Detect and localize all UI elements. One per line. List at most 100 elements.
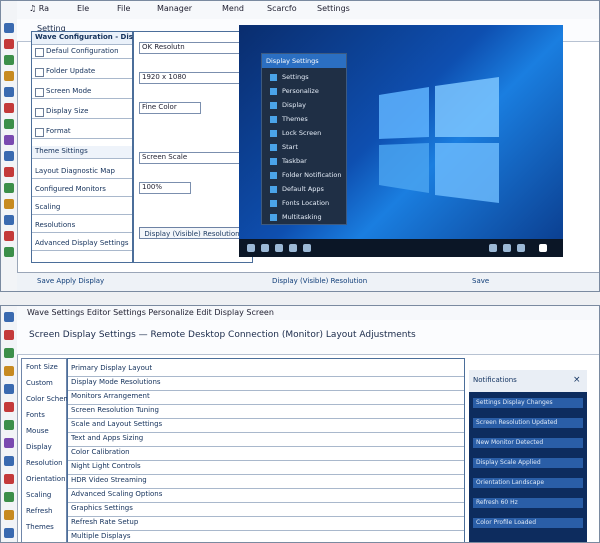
checkbox[interactable] xyxy=(35,68,44,77)
list-item[interactable]: Orientation xyxy=(26,475,66,483)
table-row[interactable]: Multiple Displays xyxy=(68,531,464,542)
form-row[interactable]: Screen Mode xyxy=(32,86,132,99)
table-row[interactable]: Display Mode Resolutions xyxy=(68,377,464,391)
gear-icon[interactable] xyxy=(4,119,14,129)
menu-item[interactable]: Default Apps xyxy=(282,185,324,193)
form-row[interactable]: Resolutions xyxy=(32,220,132,233)
scale-field[interactable]: Screen Scale xyxy=(139,152,247,164)
menu-item[interactable]: Folder Notification xyxy=(282,171,341,179)
notification-tile[interactable]: Orientation Landscape xyxy=(473,478,583,488)
checkbox[interactable] xyxy=(35,88,44,97)
notification-tile[interactable]: Screen Resolution Updated xyxy=(473,418,583,428)
check-icon[interactable] xyxy=(4,492,14,502)
folder-icon[interactable] xyxy=(4,87,14,97)
table-row[interactable]: Monitors Arrangement xyxy=(68,391,464,405)
form-row[interactable]: Scaling xyxy=(32,202,132,215)
list-item[interactable]: Themes xyxy=(26,523,54,531)
menu-item[interactable]: Themes xyxy=(282,115,308,123)
notification-tile[interactable]: Display Scale Applied xyxy=(473,458,583,468)
form-row[interactable]: Format xyxy=(32,126,132,139)
heart-icon[interactable] xyxy=(4,231,14,241)
list-item[interactable]: Scaling xyxy=(26,491,51,499)
menu-item[interactable]: Multitasking xyxy=(282,213,322,221)
menu-item[interactable]: Taskbar xyxy=(282,157,307,165)
title-item[interactable]: Settings xyxy=(317,4,350,13)
notification-tile[interactable]: Color Profile Loaded xyxy=(473,518,583,528)
notification-tile[interactable]: New Monitor Detected xyxy=(473,438,583,448)
mail-icon[interactable] xyxy=(4,247,14,257)
user-icon[interactable] xyxy=(4,438,14,448)
start-icon[interactable] xyxy=(247,244,255,252)
notification-icon[interactable] xyxy=(539,244,547,252)
form-row[interactable]: Configured Monitors xyxy=(32,184,132,197)
list-item[interactable]: Font Size xyxy=(26,363,58,371)
table-row[interactable]: Color Calibration xyxy=(68,447,464,461)
table-row[interactable]: Screen Resolution Tuning xyxy=(68,405,464,419)
form-row[interactable]: Layout Diagnostic Map xyxy=(32,166,132,179)
notification-tile[interactable]: Refresh 60 Hz xyxy=(473,498,583,508)
checkbox[interactable] xyxy=(35,128,44,137)
form-row[interactable]: Folder Update xyxy=(32,66,132,79)
alert-icon[interactable] xyxy=(4,167,14,177)
menu-item[interactable]: Start xyxy=(282,143,298,151)
star-icon[interactable] xyxy=(4,71,14,81)
list-item[interactable]: Refresh xyxy=(26,507,52,515)
browser-icon[interactable] xyxy=(303,244,311,252)
user-icon[interactable] xyxy=(4,135,14,145)
title-item[interactable]: File xyxy=(117,4,130,13)
list-icon[interactable] xyxy=(4,215,14,225)
title-item[interactable]: Manager xyxy=(157,4,192,13)
table-row[interactable]: Graphics Settings xyxy=(68,503,464,517)
menu-item[interactable]: Lock Screen xyxy=(282,129,321,137)
list-item[interactable]: Custom xyxy=(26,379,53,387)
title-item[interactable]: Mend xyxy=(222,4,244,13)
home-icon[interactable] xyxy=(4,23,14,33)
menu-item[interactable]: Personalize xyxy=(282,87,319,95)
flag-icon[interactable] xyxy=(4,39,14,49)
form-row[interactable]: Advanced Display Settings xyxy=(32,238,132,251)
title-item[interactable]: Scarcfo xyxy=(267,4,297,13)
form-row[interactable]: Defaul Configuration xyxy=(32,46,132,59)
chart-icon[interactable] xyxy=(4,456,14,466)
title-item[interactable]: ♫ Ra xyxy=(29,4,49,13)
table-row[interactable]: Scale and Layout Settings xyxy=(68,419,464,433)
list-icon[interactable] xyxy=(4,528,14,538)
network-icon[interactable] xyxy=(489,244,497,252)
star-icon[interactable] xyxy=(4,366,14,376)
list-item[interactable]: Display xyxy=(26,443,52,451)
title-line[interactable]: Wave Settings Editor Settings Personaliz… xyxy=(27,308,274,317)
bell-icon[interactable] xyxy=(4,103,14,113)
search-icon[interactable] xyxy=(261,244,269,252)
task-view-icon[interactable] xyxy=(275,244,283,252)
chart-icon[interactable] xyxy=(4,151,14,161)
resolution-field[interactable]: OK Resolutn xyxy=(139,42,247,54)
list-item[interactable]: Resolution xyxy=(26,459,63,467)
alert-icon[interactable] xyxy=(4,474,14,484)
tag-icon[interactable] xyxy=(4,510,14,520)
table-row[interactable]: Advanced Scaling Options xyxy=(68,489,464,503)
form-row[interactable]: Display Size xyxy=(32,106,132,119)
leaf-icon[interactable] xyxy=(4,55,14,65)
table-row[interactable]: Primary Display Layout xyxy=(68,363,464,377)
title-item[interactable]: Ele xyxy=(77,4,89,13)
checkbox[interactable] xyxy=(35,108,44,117)
percent-field[interactable]: 100% xyxy=(139,182,191,194)
status-right[interactable]: Save xyxy=(472,277,489,285)
table-row[interactable]: Text and Apps Sizing xyxy=(68,433,464,447)
form-row[interactable]: Theme Sittings xyxy=(32,146,132,159)
list-item[interactable]: Mouse xyxy=(26,427,49,435)
folder-icon[interactable] xyxy=(4,384,14,394)
volume-icon[interactable] xyxy=(503,244,511,252)
table-row[interactable]: Night Light Controls xyxy=(68,461,464,475)
color-field[interactable]: Fine Color xyxy=(139,102,201,114)
flag-icon[interactable] xyxy=(4,330,14,340)
tag-icon[interactable] xyxy=(4,199,14,209)
menu-item[interactable]: Display xyxy=(282,101,306,109)
gear-icon[interactable] xyxy=(4,420,14,430)
display-button[interactable]: Display (Visible) Resolution xyxy=(139,227,245,239)
notification-tile[interactable]: Settings Display Changes xyxy=(473,398,583,408)
checkbox[interactable] xyxy=(35,48,44,57)
table-row[interactable]: Refresh Rate Setup xyxy=(68,517,464,531)
menu-item[interactable]: Fonts Location xyxy=(282,199,329,207)
home-icon[interactable] xyxy=(4,312,14,322)
